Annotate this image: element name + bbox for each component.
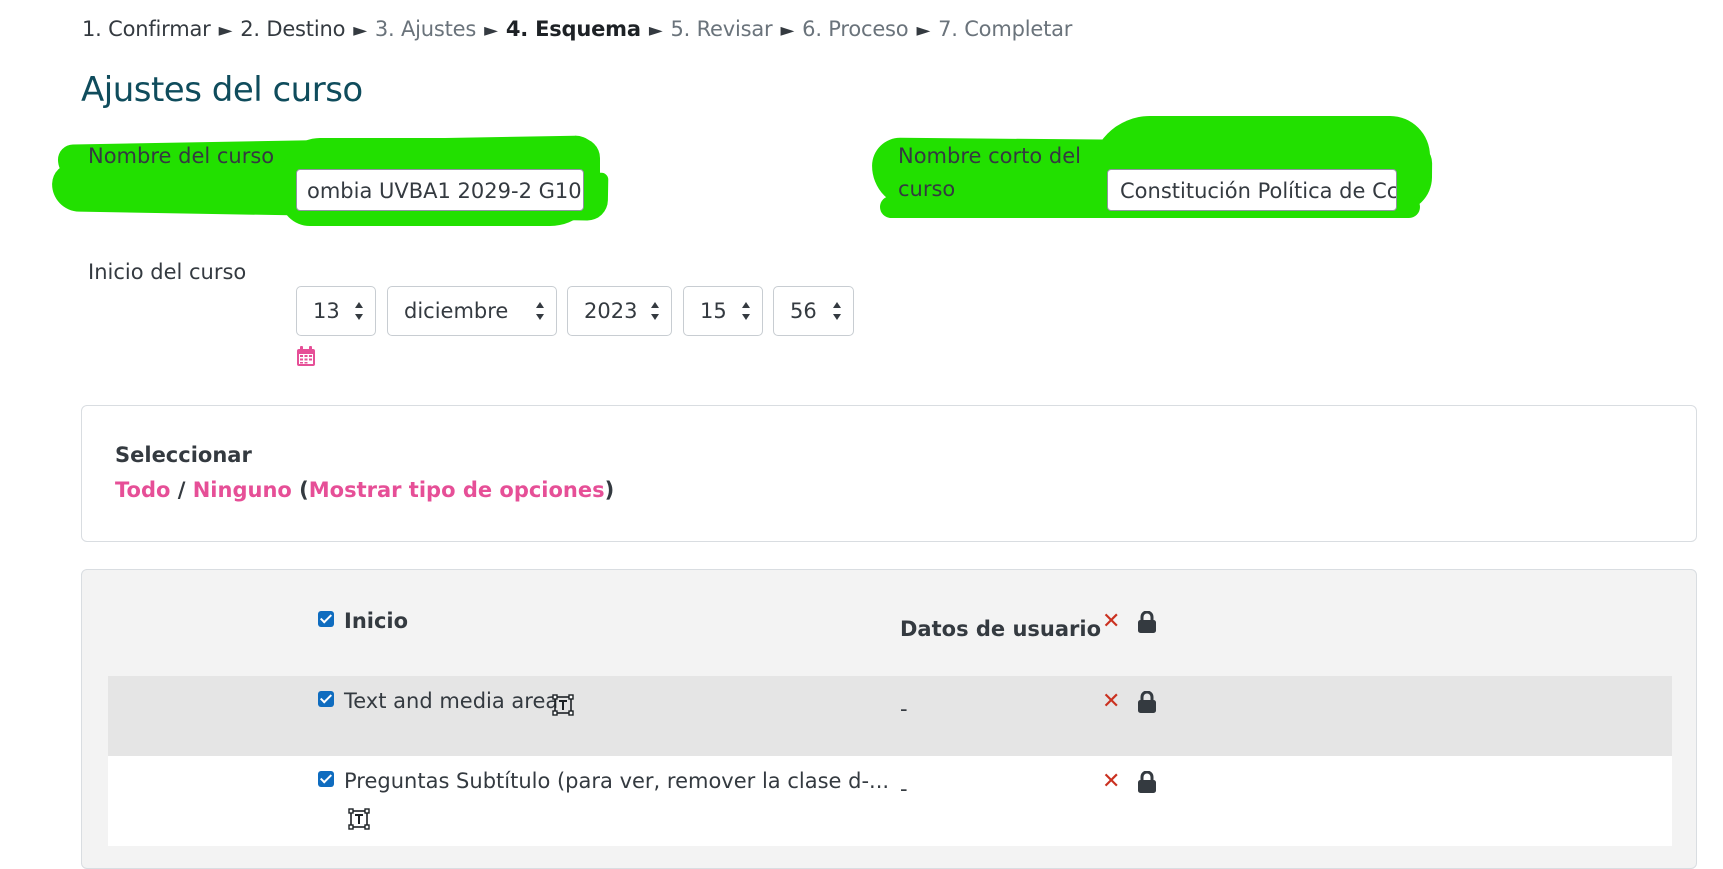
start-year-value: 2023	[584, 299, 638, 323]
table-row	[108, 756, 1672, 846]
step-review: 5. Revisar	[670, 17, 773, 41]
step-separator: ►	[648, 20, 663, 41]
start-minute-select[interactable]: 56	[773, 286, 854, 336]
start-hour-value: 15	[700, 299, 727, 323]
start-month-value: diciembre	[404, 299, 509, 323]
step-separator: ►	[780, 20, 795, 41]
select-options-card	[81, 405, 1697, 542]
close-paren: )	[604, 478, 615, 502]
section-title: Inicio	[344, 609, 409, 633]
course-start-label: Inicio del curso	[88, 260, 247, 284]
page-title: Ajustes del curso	[81, 70, 363, 110]
start-day-select[interactable]: 13	[296, 286, 376, 336]
include-activity-checkbox[interactable]	[318, 691, 334, 707]
start-year-select[interactable]: 2023	[567, 286, 672, 336]
short-name-input[interactable]: Constitución Política de Cc	[1107, 169, 1397, 211]
slash-separator: /	[170, 478, 193, 502]
show-option-types-link[interactable]: Mostrar tipo de opciones	[309, 478, 605, 502]
select-caret-icon	[536, 302, 544, 320]
course-name-label: Nombre del curso	[88, 144, 275, 168]
step-complete: 7. Completar	[938, 17, 1073, 41]
step-separator: ►	[916, 20, 931, 41]
text-media-icon	[552, 694, 574, 716]
step-schema-current: 4. Esquema	[505, 17, 641, 41]
lock-icon	[1138, 771, 1156, 793]
activity-name: Preguntas Subtítulo (para ver, remover l…	[344, 769, 890, 793]
step-separator: ►	[218, 20, 233, 41]
calendar-icon[interactable]	[296, 346, 316, 367]
start-hour-select[interactable]: 15	[683, 286, 763, 336]
step-destination: 2. Destino	[240, 17, 346, 41]
user-data-header: Datos de usuario	[900, 617, 1102, 641]
activity-name: Text and media area	[344, 689, 559, 713]
include-activity-checkbox[interactable]	[318, 771, 334, 787]
select-caret-icon	[355, 302, 363, 320]
select-heading: Seleccionar	[115, 443, 252, 467]
select-none-link[interactable]: Ninguno	[193, 478, 292, 502]
remove-x-icon: ✕	[1102, 609, 1121, 634]
lock-icon	[1138, 691, 1156, 713]
step-separator: ►	[353, 20, 367, 41]
select-caret-icon	[651, 302, 659, 320]
step-separator: ►	[484, 20, 498, 41]
text-media-icon	[348, 808, 370, 830]
user-data-value: -	[900, 697, 908, 721]
select-caret-icon	[742, 302, 750, 320]
short-name-label-line1: Nombre corto del	[898, 144, 1081, 168]
start-day-value: 13	[313, 299, 340, 323]
step-settings: 3. Ajustes	[374, 17, 477, 41]
open-paren: (	[291, 478, 309, 502]
backup-stepper: 1. Confirmar ► 2. Destino ► 3. Ajustes ► 4. Es…	[82, 17, 1072, 41]
select-all-link[interactable]: Todo	[115, 478, 170, 502]
lock-icon	[1138, 611, 1156, 633]
remove-x-icon: ✕	[1102, 689, 1121, 714]
select-links: Todo / Ninguno (Mostrar tipo de opciones…	[115, 478, 614, 502]
include-section-checkbox[interactable]	[318, 611, 334, 627]
select-caret-icon	[833, 302, 841, 320]
user-data-value: -	[900, 777, 908, 801]
step-confirm: 1. Confirmar	[82, 17, 211, 41]
short-name-label: Nombre corto del curso	[898, 140, 1081, 206]
start-month-select[interactable]: diciembre	[387, 286, 557, 336]
remove-x-icon: ✕	[1102, 769, 1121, 794]
short-name-label-line2: curso	[898, 177, 956, 201]
table-row	[108, 676, 1672, 756]
course-name-input[interactable]: ombia UVBA1 2029-2 G100	[296, 169, 584, 211]
step-process: 6. Proceso	[802, 17, 909, 41]
start-minute-value: 56	[790, 299, 817, 323]
